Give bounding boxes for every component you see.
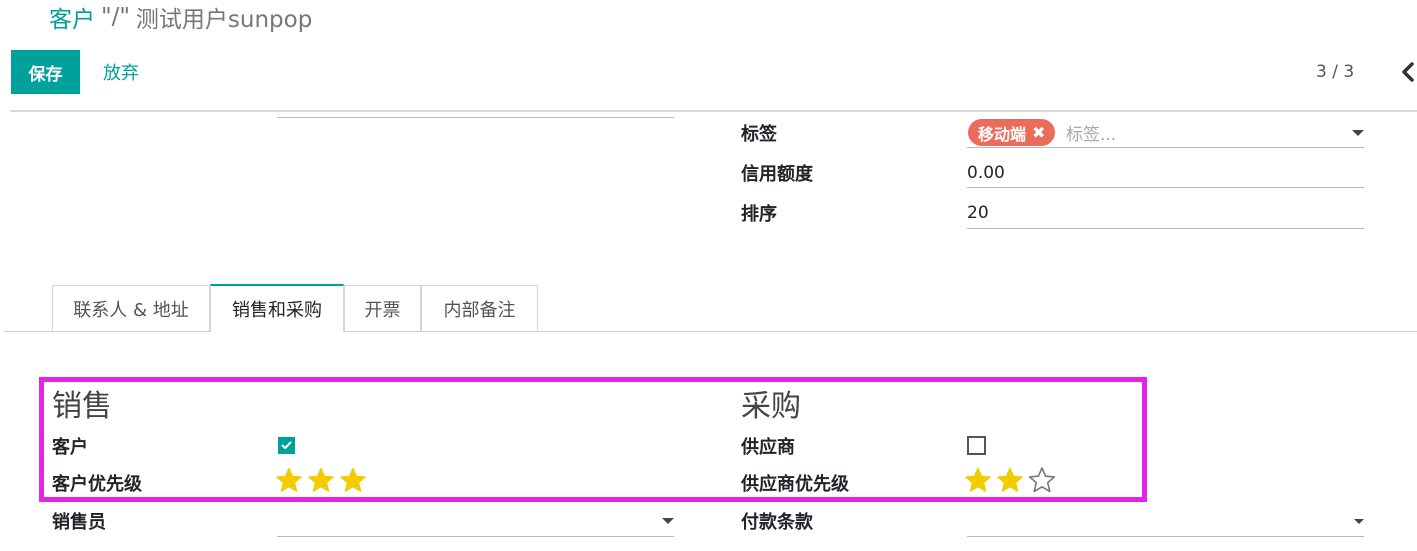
star-filled-icon[interactable] bbox=[275, 466, 303, 494]
remove-tag-icon[interactable]: ✖ bbox=[1032, 123, 1045, 142]
tags-input-placeholder[interactable]: 标签... bbox=[1066, 119, 1116, 146]
sequence-label: 排序 bbox=[741, 203, 777, 225]
star-empty-icon[interactable] bbox=[1028, 466, 1056, 494]
salesperson-select[interactable] bbox=[277, 536, 674, 537]
salesperson-label: 销售员 bbox=[52, 511, 106, 533]
star-filled-icon[interactable] bbox=[964, 466, 992, 494]
tab-invoicing[interactable]: 开票 bbox=[344, 285, 421, 331]
breadcrumb-parent-link[interactable]: 客户 bbox=[49, 0, 95, 34]
sequence-underline bbox=[967, 228, 1364, 229]
supplier-priority-stars[interactable] bbox=[964, 466, 1056, 496]
payment-terms-select[interactable] bbox=[967, 536, 1364, 537]
credit-limit-label: 信用额度 bbox=[741, 163, 813, 185]
discard-button[interactable]: 放弃 bbox=[93, 50, 149, 94]
breadcrumb: 客户 "/" 测试用户sunpop bbox=[49, 0, 312, 34]
payment-terms-dropdown-caret-icon[interactable] bbox=[1354, 519, 1364, 524]
credit-limit-underline bbox=[967, 187, 1364, 188]
customer-label: 客户 bbox=[52, 436, 88, 458]
star-filled-icon[interactable] bbox=[307, 466, 335, 494]
control-panel-border bbox=[10, 110, 1417, 112]
chevron-left-icon bbox=[1401, 62, 1414, 82]
tab-contacts-addresses[interactable]: 联系人 & 地址 bbox=[52, 285, 210, 331]
tag-badge-label: 移动端 bbox=[978, 124, 1027, 144]
purchase-section-title: 采购 bbox=[741, 389, 801, 424]
field-underline-top-left[interactable] bbox=[277, 117, 674, 118]
customer-priority-stars[interactable] bbox=[275, 466, 367, 496]
tags-label: 标签 bbox=[741, 123, 777, 145]
sequence-input[interactable]: 20 bbox=[967, 199, 989, 226]
breadcrumb-separator: "/" bbox=[101, 4, 130, 30]
credit-limit-input[interactable]: 0.00 bbox=[967, 159, 1005, 186]
pager-value[interactable]: 3 / 3 bbox=[1316, 58, 1354, 86]
supplier-label: 供应商 bbox=[741, 436, 795, 458]
salesperson-dropdown-caret-icon[interactable] bbox=[662, 518, 674, 524]
tags-dropdown-caret-icon[interactable] bbox=[1352, 130, 1364, 136]
tab-internal-notes[interactable]: 内部备注 bbox=[421, 285, 538, 331]
star-filled-icon[interactable] bbox=[339, 466, 367, 494]
supplier-checkbox[interactable] bbox=[967, 436, 986, 455]
save-button[interactable]: 保存 bbox=[11, 50, 80, 94]
tag-badge-mobile: 移动端 ✖ bbox=[968, 119, 1056, 146]
star-filled-icon[interactable] bbox=[996, 466, 1024, 494]
payment-terms-label: 付款条款 bbox=[741, 511, 813, 533]
supplier-priority-label: 供应商优先级 bbox=[741, 473, 849, 495]
customer-priority-label: 客户优先级 bbox=[52, 473, 142, 495]
checkmark-icon bbox=[281, 441, 292, 449]
tags-field-underline bbox=[967, 147, 1364, 148]
tab-sales-purchase[interactable]: 销售和采购 bbox=[210, 284, 344, 332]
customer-checkbox[interactable] bbox=[278, 437, 295, 454]
pager-previous-button[interactable] bbox=[1398, 56, 1417, 88]
breadcrumb-current: 测试用户sunpop bbox=[135, 7, 313, 33]
sales-section-title: 销售 bbox=[52, 389, 112, 424]
